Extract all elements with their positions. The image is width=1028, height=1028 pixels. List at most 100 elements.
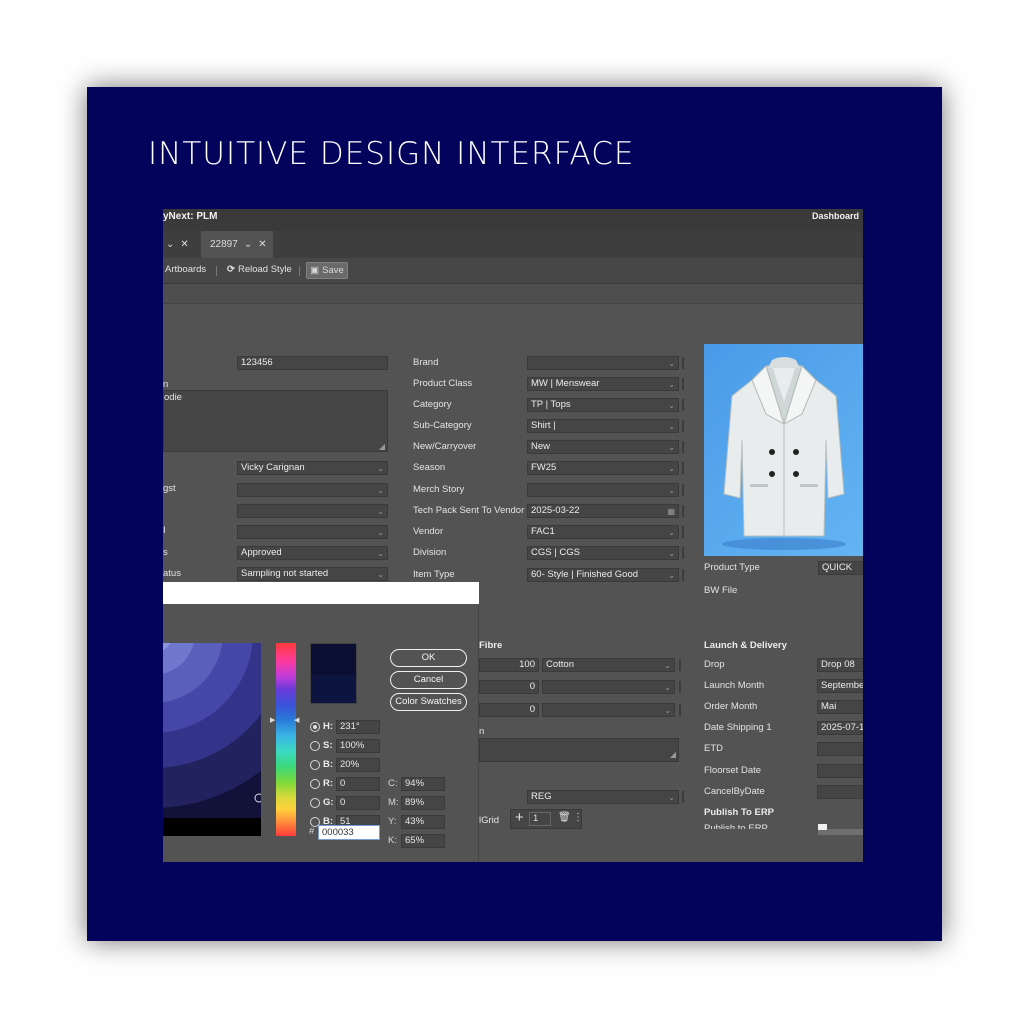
field-select[interactable]: MW | Menswear ⌄ [527, 377, 679, 391]
launch-field-input[interactable] [817, 785, 863, 799]
chevron-down-icon: ⌄ [668, 486, 675, 495]
field-label: Division [413, 547, 447, 558]
reload-icon: ⟳ [227, 264, 235, 275]
hsb-input[interactable]: 20% [336, 758, 380, 772]
rgb-radio[interactable] [310, 798, 320, 808]
cancel-button[interactable]: Cancel [390, 671, 467, 689]
reload-style-button[interactable]: ⟳ Reload Style [227, 264, 292, 275]
grid-label: lGrid [479, 815, 500, 826]
hue-pointer-left-icon[interactable]: ▶ [270, 716, 275, 724]
left-select-2[interactable]: ⌄ [237, 483, 388, 497]
resize-handle-icon[interactable]: ◢ [670, 749, 676, 761]
size-range-select[interactable]: REG ⌄ [527, 790, 679, 804]
notes-label: n [479, 726, 485, 737]
notes-textarea[interactable]: ◢ [479, 738, 679, 762]
launch-field-input[interactable]: Septembe [817, 679, 863, 693]
launch-delivery-header: Launch & Delivery [704, 640, 787, 651]
artboards-label: Artboards [165, 264, 207, 275]
chevron-down-icon[interactable]: ⌄ [166, 239, 174, 250]
sample-status-select[interactable]: Sampling not started ⌄ [237, 567, 388, 581]
description-textarea[interactable]: odie ◢ [163, 390, 388, 452]
cmyk-input[interactable]: 43% [401, 815, 445, 829]
field-select[interactable]: FAC1 ⌄ [527, 525, 679, 539]
ok-button[interactable]: OK [390, 649, 467, 667]
chevron-down-icon[interactable]: ⌄ [244, 239, 252, 250]
cmyk-input[interactable]: 89% [401, 796, 445, 810]
rgb-input[interactable]: 0 [336, 796, 380, 810]
field-select[interactable]: TP | Tops ⌄ [527, 398, 679, 412]
product-type-field[interactable]: QUICK [818, 561, 863, 575]
fibre-material-select[interactable]: ⌄ [542, 703, 675, 717]
bw-file-label: BW File [704, 585, 738, 596]
close-icon[interactable]: ✕ [180, 239, 188, 250]
row2-label: gst [163, 483, 176, 494]
launch-field-label: ETD [704, 743, 723, 754]
resize-handle-icon[interactable]: ◢ [379, 442, 385, 451]
tab-previous[interactable]: ⌄ ✕ [163, 231, 199, 258]
chevron-down-icon: ⌄ [377, 528, 384, 537]
saturation-brightness-field[interactable] [163, 643, 261, 836]
field-select[interactable]: ⌄ [527, 356, 679, 370]
field-select[interactable]: CGS | CGS ⌄ [527, 546, 679, 560]
left-select-3[interactable]: ⌄ [237, 504, 388, 518]
fibre-percent-input[interactable]: 100 [479, 658, 539, 672]
hue-pointer-right-icon[interactable]: ◀ [294, 716, 299, 724]
reload-style-label: Reload Style [237, 264, 292, 275]
field-value: 2025-03-22 [531, 505, 580, 516]
save-button[interactable]: ▣ Save [306, 262, 348, 279]
hsb-input[interactable]: 231° [336, 720, 380, 734]
product-image [704, 344, 863, 556]
fibre-percent-input[interactable]: 0 [479, 680, 539, 694]
hex-input[interactable]: 000033 [318, 825, 380, 840]
hsb-input[interactable]: 100% [336, 739, 380, 753]
field-select[interactable]: FW25 ⌄ [527, 461, 679, 475]
rgb-radio[interactable] [310, 779, 320, 789]
designer-select[interactable]: Vicky Carignan ⌄ [237, 461, 388, 475]
launch-field-input[interactable]: 2025-07-1 [817, 721, 863, 735]
hsb-radio[interactable] [310, 741, 320, 751]
launch-field-input[interactable]: Drop 08 [817, 658, 863, 672]
launch-field-input[interactable]: Mai [817, 700, 863, 714]
hsb-radio[interactable] [310, 722, 320, 732]
launch-field-input[interactable] [817, 764, 863, 778]
color-swatches-button[interactable]: Color Swatches [390, 693, 467, 711]
trash-icon[interactable]: 🗑 [558, 812, 571, 823]
fibre-material-value: Cotton [546, 659, 574, 670]
field-value: Shirt | [531, 420, 556, 431]
status-select[interactable]: Approved ⌄ [237, 546, 388, 560]
field-label: Tech Pack Sent To Vendor [413, 505, 525, 516]
field-select[interactable]: New ⌄ [527, 440, 679, 454]
grid-count-input[interactable]: 1 [529, 812, 551, 826]
field-select[interactable]: ⌄ [527, 483, 679, 497]
more-icon[interactable]: ⋮ [573, 812, 583, 823]
hsb-radio[interactable] [310, 760, 320, 770]
artboards-button[interactable]: Artboards [165, 264, 206, 275]
launch-field-input[interactable] [817, 742, 863, 756]
field-select[interactable]: Shirt | ⌄ [527, 419, 679, 433]
fibre-percent-input[interactable]: 0 [479, 703, 539, 717]
fibre-material-select[interactable]: Cotton ⌄ [542, 658, 675, 672]
field-select[interactable]: 60- Style | Finished Good ⌄ [527, 568, 679, 582]
add-icon[interactable]: + [515, 809, 524, 826]
field-indicator [682, 420, 684, 432]
dashboard-link[interactable]: Dashboard [812, 211, 859, 221]
left-select-4[interactable]: ⌄ [237, 525, 388, 539]
scrollbar-thumb[interactable] [818, 824, 827, 830]
style-number-field[interactable]: 123456 [237, 356, 388, 370]
field-select[interactable]: 2025-03-22 ▦ [527, 504, 679, 518]
close-icon[interactable]: ✕ [258, 239, 266, 250]
chevron-down-icon: ⌄ [377, 549, 384, 558]
rgb-input[interactable]: 0 [336, 777, 380, 791]
fibre-material-select[interactable]: ⌄ [542, 680, 675, 694]
tab-style-22897[interactable]: 22897 ⌄ ✕ [201, 231, 273, 258]
cmyk-input[interactable]: 94% [401, 777, 445, 791]
field-indicator [679, 681, 681, 693]
description-text: odie [164, 392, 182, 403]
field-indicator [679, 704, 681, 716]
cmyk-input[interactable]: 65% [401, 834, 445, 848]
hue-slider[interactable] [276, 643, 296, 836]
chevron-down-icon: ⌄ [664, 683, 671, 692]
field-label: Sub-Category [413, 420, 472, 431]
field-indicator [682, 399, 684, 411]
app-title: yNext: PLM [163, 211, 218, 222]
